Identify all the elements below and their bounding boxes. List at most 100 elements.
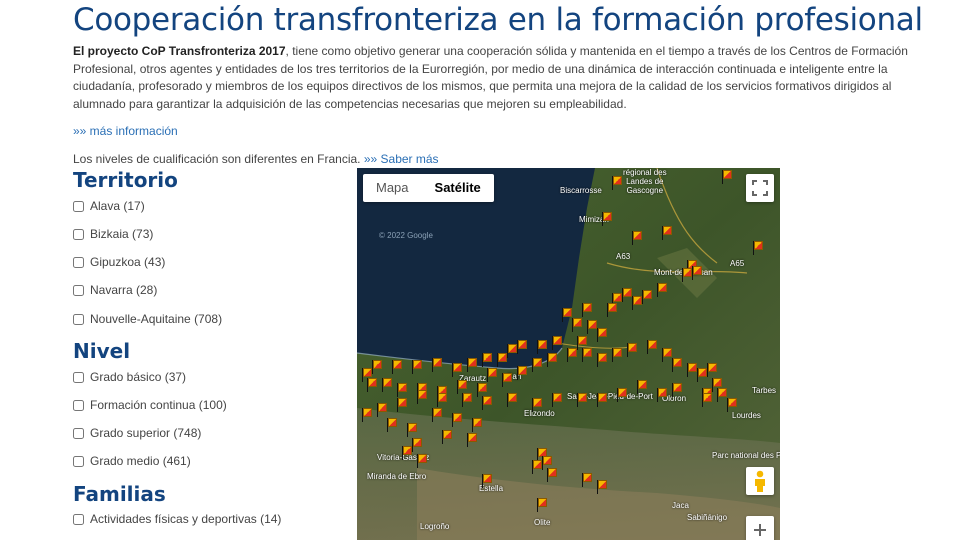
map-marker[interactable] (507, 393, 517, 407)
map-marker[interactable] (407, 423, 417, 437)
map-marker[interactable] (647, 340, 657, 354)
map-marker[interactable] (572, 318, 582, 332)
checkbox-alava[interactable] (73, 200, 84, 212)
filter-item-navarra[interactable]: Navarra (28) (73, 283, 157, 297)
map-marker[interactable] (622, 288, 632, 302)
map-marker[interactable] (417, 390, 427, 404)
map-marker[interactable] (547, 468, 557, 482)
map-marker[interactable] (532, 398, 542, 412)
map-viewport[interactable]: © 2022 Google Biscarrosse régional des L… (357, 168, 780, 540)
filter-item-grado-medio[interactable]: Grado medio (461) (73, 454, 191, 468)
fullscreen-button[interactable] (746, 174, 774, 202)
map-marker[interactable] (582, 473, 592, 487)
checkbox-bizkaia[interactable] (73, 228, 84, 240)
map-marker[interactable] (642, 290, 652, 304)
filter-item-grado-superior[interactable]: Grado superior (748) (73, 426, 201, 440)
map-marker[interactable] (432, 408, 442, 422)
map-marker[interactable] (532, 460, 542, 474)
map-marker[interactable] (432, 358, 442, 372)
checkbox-grado-superior[interactable] (73, 427, 84, 439)
map-marker[interactable] (617, 388, 627, 402)
map-type-satellite-button[interactable]: Satélite (422, 174, 494, 202)
map-marker[interactable] (657, 388, 667, 402)
map-marker[interactable] (687, 363, 697, 377)
map-marker[interactable] (497, 353, 507, 367)
map-marker[interactable] (753, 241, 763, 255)
map-marker[interactable] (517, 366, 527, 380)
map-marker[interactable] (722, 170, 732, 184)
map-marker[interactable] (597, 480, 607, 494)
map-marker[interactable] (577, 393, 587, 407)
map-marker[interactable] (637, 380, 647, 394)
map-marker[interactable] (462, 393, 472, 407)
map-marker[interactable] (612, 348, 622, 362)
map-marker[interactable] (437, 393, 447, 407)
map-type-map-button[interactable]: Mapa (363, 174, 422, 202)
map-marker[interactable] (467, 433, 477, 447)
map-marker[interactable] (457, 380, 467, 394)
map-marker[interactable] (417, 454, 427, 468)
map-marker[interactable] (477, 383, 487, 397)
checkbox-grado-basico[interactable] (73, 371, 84, 383)
map-marker[interactable] (467, 358, 477, 372)
map-marker[interactable] (662, 348, 672, 362)
map-marker[interactable] (587, 320, 597, 334)
map-marker[interactable] (597, 393, 607, 407)
map-marker[interactable] (582, 303, 592, 317)
map-marker[interactable] (472, 418, 482, 432)
map-marker[interactable] (552, 336, 562, 350)
map-marker[interactable] (397, 383, 407, 397)
map-marker[interactable] (377, 403, 387, 417)
map-marker[interactable] (702, 393, 712, 407)
map-marker[interactable] (562, 308, 572, 322)
map-marker[interactable] (517, 340, 527, 354)
map-marker[interactable] (547, 353, 557, 367)
map-marker[interactable] (602, 212, 612, 226)
checkbox-gipuzkoa[interactable] (73, 256, 84, 268)
map-marker[interactable] (657, 283, 667, 297)
map-marker[interactable] (537, 340, 547, 354)
map-marker[interactable] (582, 348, 592, 362)
filter-item-formacion-continua[interactable]: Formación continua (100) (73, 398, 227, 412)
map-marker[interactable] (537, 498, 547, 512)
filter-item-actividades-fisicas[interactable]: Actividades físicas y deportivas (14) (73, 512, 281, 526)
map-marker[interactable] (412, 438, 422, 452)
map-marker[interactable] (692, 266, 702, 280)
map-marker[interactable] (567, 348, 577, 362)
map-marker[interactable] (577, 336, 587, 350)
filter-item-nouvelle-aquitaine[interactable]: Nouvelle-Aquitaine (708) (73, 312, 222, 326)
map-marker[interactable] (487, 368, 497, 382)
map-marker[interactable] (532, 358, 542, 372)
map-marker[interactable] (397, 398, 407, 412)
checkbox-actividades-fisicas[interactable] (73, 513, 84, 525)
map-marker[interactable] (452, 363, 462, 377)
map-marker[interactable] (727, 398, 737, 412)
map-marker[interactable] (482, 396, 492, 410)
map-marker[interactable] (372, 360, 382, 374)
map-marker[interactable] (612, 176, 622, 190)
filter-item-bizkaia[interactable]: Bizkaia (73) (73, 227, 153, 241)
filter-item-gipuzkoa[interactable]: Gipuzkoa (43) (73, 255, 165, 269)
map-marker[interactable] (452, 413, 462, 427)
map-marker[interactable] (717, 388, 727, 402)
map-marker[interactable] (382, 378, 392, 392)
checkbox-formacion-continua[interactable] (73, 399, 84, 411)
map-marker[interactable] (552, 393, 562, 407)
map-marker[interactable] (597, 328, 607, 342)
filter-item-alava[interactable]: Alava (17) (73, 199, 145, 213)
map-marker[interactable] (507, 344, 517, 358)
map-marker[interactable] (607, 303, 617, 317)
map-marker[interactable] (542, 456, 552, 470)
map-marker[interactable] (387, 418, 397, 432)
map-marker[interactable] (412, 360, 422, 374)
checkbox-grado-medio[interactable] (73, 455, 84, 467)
map-marker[interactable] (502, 373, 512, 387)
map-marker[interactable] (632, 231, 642, 245)
map-marker[interactable] (442, 430, 452, 444)
map-marker[interactable] (697, 368, 707, 382)
learn-more-link[interactable]: »» Saber más (364, 152, 439, 166)
map-marker[interactable] (392, 360, 402, 374)
map-marker[interactable] (482, 353, 492, 367)
map-marker[interactable] (597, 353, 607, 367)
map-marker[interactable] (482, 474, 492, 488)
